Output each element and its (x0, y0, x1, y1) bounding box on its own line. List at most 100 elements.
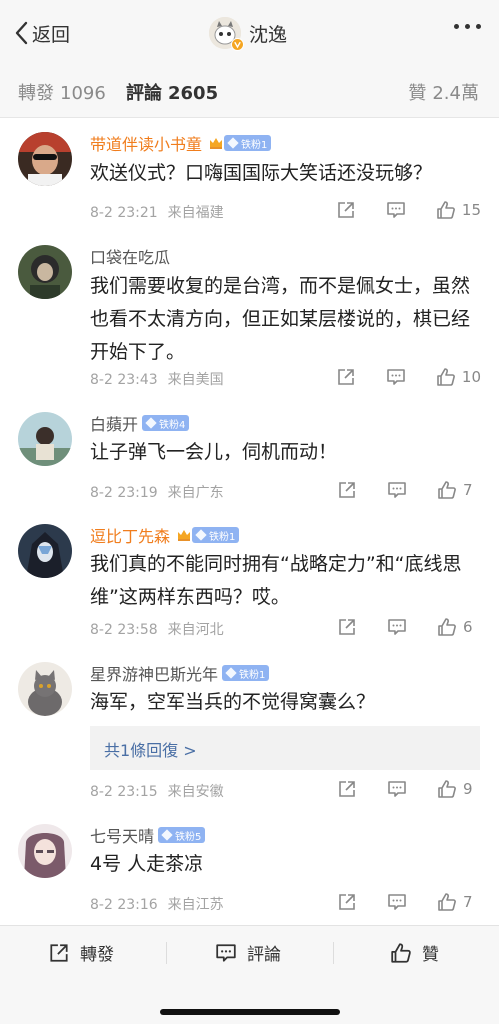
back-button[interactable]: 返回 (14, 18, 70, 48)
fan-badge-label: 铁粉1 (239, 669, 266, 681)
comment-icon (216, 943, 236, 962)
verified-v-icon (231, 38, 244, 51)
nav-user[interactable]: 沈逸 (209, 16, 288, 51)
comment-item: 白蘋开 铁粉4 让子弹飞一会儿，伺机而动！ 8-2 23:19 来自广东 7 (0, 400, 499, 512)
thumbs-up-icon (437, 368, 455, 386)
comment-date: 8-2 23:19 (90, 485, 158, 501)
comment-item: 带道伴读小书童 铁粉1 欢送仪式？口嗨国国际大笑话还没玩够？ 8-2 23:21… (0, 118, 499, 230)
username[interactable]: 口袋在吃瓜 (90, 244, 170, 268)
comment-item: 星界游神巴斯光年 铁粉1 海军，空军当兵的不觉得窝囊么？ 共1條回復 > 8-2… (0, 650, 499, 812)
comment-icon[interactable] (387, 779, 407, 799)
like-count: 6 (463, 618, 473, 636)
name-row: 白蘋开 铁粉4 (90, 411, 190, 435)
replies-link-label: 共1條回復 > (104, 741, 197, 760)
like-button[interactable]: 9 (437, 779, 481, 799)
chevron-left-icon (15, 21, 28, 45)
comment-icon[interactable] (386, 367, 406, 387)
like-button[interactable]: 15 (436, 200, 481, 220)
username[interactable]: 白蘋开 (90, 411, 138, 435)
comment-date: 8-2 23:21 (90, 205, 158, 221)
username[interactable]: 星界游神巴斯光年 (90, 661, 218, 685)
comment-meta: 8-2 23:19 来自广东 (90, 482, 224, 502)
tab-comment[interactable]: 評論 2605 (126, 79, 218, 105)
like-button[interactable]: 贊 (390, 940, 439, 965)
like-count: 15 (461, 201, 481, 219)
share-icon[interactable] (337, 480, 357, 500)
fan-badge-label: 铁粉4 (159, 419, 186, 431)
share-icon[interactable] (337, 617, 357, 637)
like-label: 贊 (422, 945, 439, 965)
user-photo-icon (18, 824, 72, 878)
avatar[interactable] (209, 17, 244, 51)
thumbs-up-icon (438, 780, 456, 798)
name-row: 口袋在吃瓜 (90, 245, 170, 267)
comment-location: 来自江苏 (167, 897, 224, 913)
like-button[interactable]: 6 (437, 617, 481, 637)
tab-like[interactable]: 贊 2.4萬 (408, 79, 479, 105)
thumbs-up-icon (438, 618, 456, 636)
comment-location: 来自美国 (167, 372, 224, 388)
share-icon[interactable] (336, 367, 356, 387)
comment-actions: 7 (337, 480, 481, 500)
fan-badge-label: 铁粉1 (241, 139, 268, 151)
tab-repost[interactable]: 轉發 1096 (18, 79, 106, 105)
more-icon[interactable] (454, 24, 481, 29)
comment-icon[interactable] (386, 200, 406, 220)
username[interactable]: 七号天晴 (90, 823, 154, 847)
comment-text: 4号 人走茶凉 (90, 853, 204, 875)
comment-actions: 6 (337, 617, 481, 637)
avatar[interactable] (18, 245, 72, 299)
page-title: 沈逸 (249, 23, 288, 46)
replies-link[interactable]: 共1條回復 > (90, 726, 480, 770)
fan-badge-label: 铁粉5 (175, 831, 202, 843)
comment-text: 让子弹飞一会儿，伺机而动！ (90, 441, 338, 463)
comment-meta: 8-2 23:16 来自江苏 (90, 894, 224, 914)
avatar[interactable] (18, 662, 72, 716)
name-row: 逗比丁先森 铁粉1 (90, 523, 240, 547)
avatar[interactable] (18, 412, 72, 466)
thumbs-up-icon (438, 893, 456, 911)
comment-location: 来自福建 (167, 205, 224, 221)
like-button[interactable]: 7 (437, 892, 481, 912)
tab-comment-label: 評論 (126, 83, 162, 104)
cat-photo-icon (18, 662, 72, 716)
avatar[interactable] (18, 132, 72, 186)
comment-meta: 8-2 23:43 来自美国 (90, 369, 224, 389)
avatar[interactable] (18, 824, 72, 878)
comment-icon[interactable] (387, 480, 407, 500)
username[interactable]: 带道伴读小书童 (90, 131, 202, 155)
tab-repost-label: 轉發 (18, 83, 54, 104)
fan-badge: 铁粉4 (142, 415, 190, 431)
share-icon[interactable] (336, 200, 356, 220)
user-photo-icon (18, 524, 72, 578)
comment-actions: 7 (337, 892, 481, 912)
back-label: 返回 (32, 23, 71, 46)
repost-button[interactable]: 轉發 (48, 940, 114, 965)
comment-date: 8-2 23:43 (90, 372, 158, 388)
comment-item: 口袋在吃瓜 我们需要收复的是台湾，而不是佩女士，虽然也看不太清方向，但正如某层楼… (0, 230, 499, 400)
comment-icon[interactable] (387, 617, 407, 637)
fan-badge: 铁粉1 (222, 665, 270, 681)
tab-comment-count: 2605 (168, 83, 219, 104)
user-photo-icon (18, 412, 72, 466)
crown-icon (210, 138, 223, 149)
comment-icon[interactable] (387, 892, 407, 912)
comment-date: 8-2 23:15 (90, 784, 158, 800)
fan-badge: 铁粉5 (158, 827, 206, 843)
repost-label: 轉發 (80, 945, 114, 965)
like-button[interactable]: 7 (437, 480, 481, 500)
user-photo-icon (18, 245, 72, 299)
comment-text: 我们需要收复的是台湾，而不是佩女士，虽然也看不太清方向，但正如某层楼说的，棋已经… (90, 275, 471, 363)
share-icon[interactable] (337, 779, 357, 799)
comment-actions: 9 (337, 779, 481, 799)
like-button[interactable]: 10 (436, 367, 481, 387)
share-icon[interactable] (337, 892, 357, 912)
home-indicator[interactable] (160, 1009, 340, 1015)
avatar[interactable] (18, 524, 72, 578)
comment-actions: 15 (336, 200, 481, 220)
comment-button[interactable]: 評論 (215, 940, 281, 965)
username[interactable]: 逗比丁先森 (90, 523, 170, 547)
tab-like-label: 贊 (408, 83, 427, 104)
name-row: 带道伴读小书童 铁粉1 (90, 131, 272, 155)
comment-text: 欢送仪式？口嗨国国际大笑话还没玩够？ (90, 162, 433, 184)
